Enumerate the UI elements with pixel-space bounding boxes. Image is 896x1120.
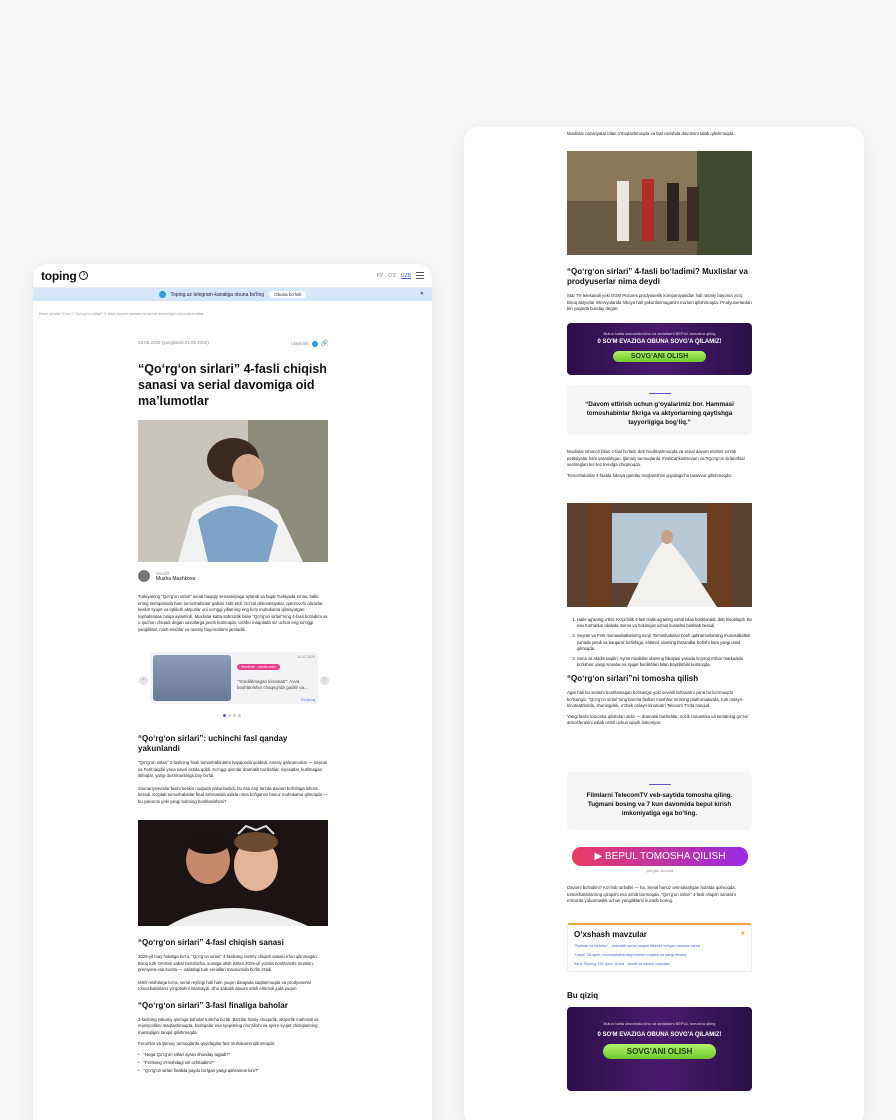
lang-ru[interactable]: РУ bbox=[377, 273, 383, 279]
quote-divider bbox=[648, 393, 671, 394]
share-block: Ulashish 🔗 bbox=[291, 340, 328, 347]
slider-body: Kinoteatr - media arxiv 10.12.2025 "Yond… bbox=[237, 655, 315, 702]
telegram-icon bbox=[158, 291, 166, 298]
heading-interest: Bu qiziq bbox=[567, 991, 599, 1000]
list-item: Halis-ag'aning o'limi: Ko'pchilik 4-fasl… bbox=[577, 617, 752, 629]
slider-link[interactable]: Ko'proq bbox=[237, 697, 315, 702]
list-item: "Nega Qo'rg'on sirlari ayran shunday tug… bbox=[138, 1051, 328, 1059]
author-name[interactable]: Musha Mashkova bbox=[156, 576, 195, 582]
paragraph-s3a: "Qo'rg'on sirlari" 3-faslining finali to… bbox=[138, 760, 328, 778]
paragraph-forum: Forumlar va ijtimoiy tarmoqlarda quyidag… bbox=[138, 1041, 276, 1046]
breadcrumb[interactable]: Bosh sahifa / Kino / "Qo'rg'on sirlari" … bbox=[33, 301, 432, 326]
heading-watch: “Qoʻrgʻon sirlari”ni tomosha qilish bbox=[567, 674, 699, 684]
avatar bbox=[138, 570, 150, 582]
top-paragraph: Muxlislar nazariyalar bilan o'rtoqlashmo… bbox=[567, 131, 735, 136]
slider-badge: Kinoteatr - media arxiv bbox=[237, 664, 281, 670]
bride-photo bbox=[567, 503, 752, 607]
paragraph-date1: 2025-yil may holatiga ko'ra, "Qo'rg'on s… bbox=[138, 954, 318, 972]
section-s3: “Qoʻrgʻon sirlari”: uchinchi fasl qanday… bbox=[138, 734, 328, 805]
couple-photo bbox=[138, 820, 328, 926]
menu-icon[interactable] bbox=[416, 272, 424, 279]
paragraph-s3b: Ssenariynavislar faslni keskin nuqtada y… bbox=[138, 785, 328, 804]
mobile-page-right: Muxlislar nazariyalar bilan o'rtoqlashmo… bbox=[464, 127, 864, 1120]
section-fans: Muxlislar ishonch bilan 4-fasl bo'ladi, … bbox=[567, 449, 752, 479]
slider-prev-icon[interactable]: ‹ bbox=[139, 676, 148, 685]
promo-banner[interactable]: Butun hafta davomida kino va seriallarni… bbox=[567, 323, 752, 375]
list-item: "Qo'rg'on sirlari finalida paydo bo'lgan… bbox=[138, 1067, 328, 1075]
share-label: Ulashish bbox=[291, 341, 309, 346]
promo-line1: Butun hafta davomida kino va seriallarni… bbox=[603, 331, 716, 336]
paragraph-watch2: Yangi faslni tomosha qilishdan oldin — d… bbox=[567, 713, 748, 726]
paragraph-end: Davomi bo'ladimi? Ko'rinib turibdiki — h… bbox=[567, 885, 736, 903]
banner-text: Toping.uz telegram-kanaliga obuna bo'lin… bbox=[170, 291, 265, 298]
heading-s3: “Qoʻrgʻon sirlari”: uchinchi fasl qanday… bbox=[138, 734, 288, 753]
subscribe-button[interactable]: Obuna bo'lish bbox=[269, 291, 307, 298]
promo-cta-button[interactable]: SOVG'ANI OLISH bbox=[612, 351, 707, 362]
quote-text-2: Filmlarni TelecomTV veb-saytida tomosha … bbox=[586, 792, 733, 817]
promo2-line1: Butun hafta davomida kino va seriallarni… bbox=[603, 1021, 716, 1026]
similar-title: O‘xshash mavzular bbox=[574, 930, 647, 939]
logo-text: toping bbox=[41, 268, 77, 283]
heading-prod: “Qoʻrgʻon sirlari” 4-fasli boʻladimi? Mu… bbox=[567, 267, 748, 286]
section-list: Halis-ag'aning o'limi: Ko'pchilik 4-fasl… bbox=[567, 617, 752, 727]
similar-topics: O‘xshash mavzular ● "Sukhan va bebaho" - … bbox=[567, 923, 752, 972]
promo2-line2: 0 SO'M EVAZIGA OBUNA SOVG'A QILAMIZ! bbox=[597, 1032, 722, 1038]
hero-photo bbox=[138, 420, 328, 562]
paragraph-date2: Mish-mishlarga ko'ra, serial reytingi ha… bbox=[138, 979, 312, 992]
telegram-share-icon[interactable] bbox=[311, 340, 318, 347]
watch-free-button[interactable]: ▶ BEPUL TOMOSHA QILISH bbox=[572, 847, 748, 866]
site-header: toping › РУ O'Z UZB bbox=[33, 264, 432, 288]
slider-text[interactable]: "Yondirilmagan kinoteatr": Avva boshlani… bbox=[237, 679, 315, 691]
article-column: 23.05.2025 (yangilandi 21.06.2025) Ulash… bbox=[138, 340, 328, 409]
paragraph-final: 3-faslning yakuniy qismiga baholar turli… bbox=[138, 1016, 319, 1035]
list-item: Seyran va Ferit munosabatlarining rivoji… bbox=[577, 633, 752, 652]
similar-link[interactable]: "Sukhan va bebaho" - dramatik serial haq… bbox=[574, 944, 745, 948]
paragraph-fans: Muxlislar ishonch bilan 4-fasl bo'ladi, … bbox=[567, 449, 745, 467]
list-item: Suna va Abidin taqdiri: Ayrim muxlislar … bbox=[577, 656, 752, 668]
forum-bullets: "Nega Qo'rg'on sirlari ayran shunday tug… bbox=[138, 1051, 328, 1075]
promo-banner-2[interactable]: Butun hafta davomida kino va seriallarni… bbox=[567, 1007, 752, 1091]
close-icon[interactable]: ✕ bbox=[420, 291, 424, 297]
mobile-page-left: toping › РУ O'Z UZB Toping.uz telegram-ka… bbox=[33, 264, 432, 1120]
paragraph-watch1: Agar hali bu serialni boshlamagan bo'lsa… bbox=[567, 690, 744, 709]
similar-link[interactable]: "Layla" 26-qism: munosabatlardagi burili… bbox=[574, 953, 745, 957]
header-controls: РУ O'Z UZB bbox=[377, 272, 424, 279]
list-item: "Feritning o'rnishdagi siri ochiladimi?" bbox=[138, 1059, 328, 1067]
quote-text-1: “Davom ettirish uchun g‘oyalarimiz bor. … bbox=[585, 401, 734, 426]
page-title: “Qoʻrgʻon sirlari” 4-fasli chiqish sanas… bbox=[138, 362, 327, 408]
promo-line2: 0 SO'M EVAZIGA OBUNA SOVG'A QILAMIZ! bbox=[597, 339, 722, 345]
site-logo[interactable]: toping › bbox=[41, 268, 89, 283]
related-slider[interactable]: Kinoteatr - media arxiv 10.12.2025 "Yond… bbox=[150, 652, 318, 704]
promo2-cta-button[interactable]: SOVG'ANI OLISH bbox=[602, 1044, 717, 1059]
slider-dots[interactable] bbox=[223, 714, 241, 717]
author-block: Muallif Musha Mashkova bbox=[138, 570, 195, 582]
quote-block-1: “Davom ettirish uchun g‘oyalarimiz bor. … bbox=[567, 385, 752, 435]
paragraph-prod: Star TV telekanali yoki OGM Pictures pro… bbox=[567, 293, 752, 311]
similar-link[interactable]: Asru: Sizning 150 qism, 8-fasl - tavsifi… bbox=[574, 962, 745, 966]
article-meta: 23.05.2025 (yangilandi 21.06.2025) Ulash… bbox=[138, 340, 328, 347]
quote-divider bbox=[648, 784, 671, 785]
slider-next-icon[interactable]: › bbox=[320, 676, 329, 685]
intro-paragraph: Turkiyaning "Qo'rg'on sirlari" serial ha… bbox=[138, 594, 328, 632]
lang-uz[interactable]: O'Z bbox=[388, 273, 396, 279]
telegram-banner: Toping.uz telegram-kanaliga obuna bo'lin… bbox=[33, 288, 432, 301]
logo-play-icon: › bbox=[79, 271, 89, 280]
palace-photo bbox=[567, 151, 752, 255]
heading-final: “Qoʻrgʻon sirlari” 3-fasl finaliga bahol… bbox=[138, 1000, 288, 1010]
fire-icon: ● bbox=[740, 930, 745, 937]
watch-button-label: BEPUL TOMOSHA QILISH bbox=[605, 851, 726, 862]
heading-date: “Qoʻrgʻon sirlari” 4-fasl chiqish sanasi bbox=[138, 938, 284, 947]
expectations-list: Halis-ag'aning o'limi: Ko'pchilik 4-fasl… bbox=[567, 617, 752, 668]
quote-block-2: Filmlarni TelecomTV veb-saytida tomosha … bbox=[567, 772, 752, 830]
lang-uzb[interactable]: UZB bbox=[401, 273, 411, 279]
link-icon[interactable]: 🔗 bbox=[321, 340, 328, 347]
section-date: “Qoʻrgʻon sirlari” 4-fasl chiqish sanasi… bbox=[138, 938, 328, 1075]
section-prod: “Qoʻrgʻon sirlari” 4-fasli boʻladimi? Mu… bbox=[567, 267, 752, 313]
slider-image bbox=[153, 655, 231, 701]
slider-date: 10.12.2025 bbox=[297, 655, 315, 659]
watch-cta: ▶ BEPUL TOMOSHA QILISH yangilik sifatida bbox=[567, 847, 752, 873]
paragraph-expect: Tomoshabinlar 4-faslda hikoya qanday riv… bbox=[567, 472, 732, 478]
article-date: 23.05.2025 (yangilandi 21.06.2025) bbox=[138, 340, 209, 345]
watch-subtext: yangilik sifatida bbox=[645, 868, 674, 873]
